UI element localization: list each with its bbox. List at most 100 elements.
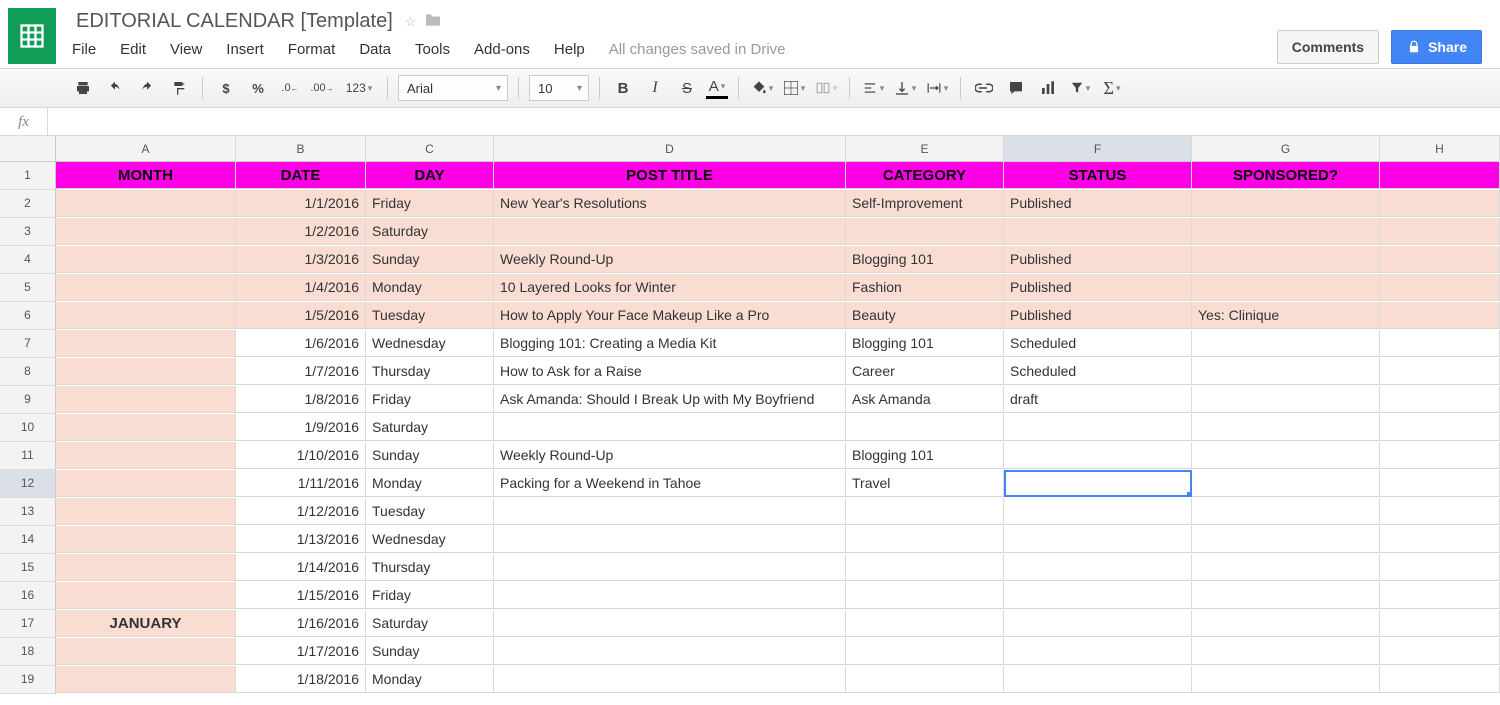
cell-month[interactable] (56, 274, 236, 301)
menu-format[interactable]: Format (288, 41, 336, 58)
header-cell[interactable]: DAY (366, 162, 494, 189)
cell-h[interactable] (1380, 638, 1500, 665)
undo-icon[interactable] (102, 75, 128, 101)
row-header-11[interactable]: 11 (0, 442, 56, 470)
cell-category[interactable]: Blogging 101 (846, 330, 1004, 357)
cell-day[interactable]: Monday (366, 666, 494, 693)
cell-title[interactable]: Blogging 101: Creating a Media Kit (494, 330, 846, 357)
cell-category[interactable] (846, 498, 1004, 525)
header-cell[interactable]: SPONSORED? (1192, 162, 1380, 189)
row-header-13[interactable]: 13 (0, 498, 56, 526)
cell-h[interactable] (1380, 190, 1500, 217)
strikethrough-button[interactable]: S (674, 75, 700, 101)
column-header-F[interactable]: F (1004, 136, 1192, 162)
cell-status[interactable]: Published (1004, 274, 1192, 301)
row-header-12[interactable]: 12 (0, 470, 56, 498)
cell-date[interactable]: 1/2/2016 (236, 218, 366, 245)
cell-month[interactable] (56, 414, 236, 441)
cell-day[interactable]: Monday (366, 274, 494, 301)
menu-addons[interactable]: Add-ons (474, 41, 530, 58)
fill-color-button[interactable] (749, 75, 775, 101)
cell-sponsored[interactable] (1192, 218, 1380, 245)
column-header-A[interactable]: A (56, 136, 236, 162)
cell-status[interactable]: draft (1004, 386, 1192, 413)
share-button[interactable]: Share (1391, 30, 1482, 64)
cell-day[interactable]: Sunday (366, 638, 494, 665)
row-header-16[interactable]: 16 (0, 582, 56, 610)
column-header-B[interactable]: B (236, 136, 366, 162)
row-header-6[interactable]: 6 (0, 302, 56, 330)
cell-sponsored[interactable] (1192, 442, 1380, 469)
cell-h[interactable] (1380, 442, 1500, 469)
cell-status[interactable] (1004, 470, 1192, 497)
cell-category[interactable] (846, 638, 1004, 665)
document-title[interactable]: EDITORIAL CALENDAR [Template] (72, 8, 397, 35)
cell-day[interactable]: Friday (366, 190, 494, 217)
header-cell[interactable]: STATUS (1004, 162, 1192, 189)
cell-sponsored[interactable] (1192, 498, 1380, 525)
row-header-1[interactable]: 1 (0, 162, 56, 190)
cell-status[interactable] (1004, 554, 1192, 581)
chart-icon[interactable] (1035, 75, 1061, 101)
cell-title[interactable] (494, 526, 846, 553)
cell-date[interactable]: 1/13/2016 (236, 526, 366, 553)
text-color-button[interactable]: A (706, 77, 728, 99)
cell-category[interactable] (846, 554, 1004, 581)
cell-h[interactable] (1380, 330, 1500, 357)
cell-category[interactable]: Self-Improvement (846, 190, 1004, 217)
cell-category[interactable]: Ask Amanda (846, 386, 1004, 413)
cell-date[interactable]: 1/5/2016 (236, 302, 366, 329)
folder-icon[interactable] (424, 13, 442, 30)
cell-date[interactable]: 1/9/2016 (236, 414, 366, 441)
column-header-H[interactable]: H (1380, 136, 1500, 162)
cell-month[interactable] (56, 358, 236, 385)
cell-date[interactable]: 1/17/2016 (236, 638, 366, 665)
cell-status[interactable] (1004, 442, 1192, 469)
cell-date[interactable]: 1/14/2016 (236, 554, 366, 581)
cell-status[interactable]: Scheduled (1004, 330, 1192, 357)
menu-view[interactable]: View (170, 41, 202, 58)
cell-category[interactable] (846, 610, 1004, 637)
cell-h[interactable] (1380, 470, 1500, 497)
cell-h[interactable] (1380, 302, 1500, 329)
cell-month[interactable] (56, 302, 236, 329)
bold-button[interactable]: B (610, 75, 636, 101)
row-header-19[interactable]: 19 (0, 666, 56, 694)
row-header-10[interactable]: 10 (0, 414, 56, 442)
cell-month[interactable] (56, 498, 236, 525)
cell-category[interactable]: Blogging 101 (846, 442, 1004, 469)
column-header-C[interactable]: C (366, 136, 494, 162)
number-format-button[interactable]: 123 (341, 75, 377, 101)
cell-h[interactable] (1380, 414, 1500, 441)
paint-format-icon[interactable] (166, 75, 192, 101)
cell-day[interactable]: Monday (366, 470, 494, 497)
decrease-decimal-button[interactable]: .0← (277, 75, 303, 101)
cell-status[interactable] (1004, 638, 1192, 665)
currency-button[interactable]: $ (213, 75, 239, 101)
cell-category[interactable] (846, 218, 1004, 245)
cell-title[interactable]: Weekly Round-Up (494, 246, 846, 273)
font-size-select[interactable]: 10 (529, 75, 589, 101)
cell-category[interactable]: Fashion (846, 274, 1004, 301)
header-cell[interactable]: POST TITLE (494, 162, 846, 189)
cell-sponsored[interactable] (1192, 274, 1380, 301)
cell-status[interactable]: Published (1004, 246, 1192, 273)
cell-date[interactable]: 1/3/2016 (236, 246, 366, 273)
header-cell[interactable]: DATE (236, 162, 366, 189)
cell-month[interactable] (56, 218, 236, 245)
borders-button[interactable] (781, 75, 807, 101)
cell-title[interactable] (494, 610, 846, 637)
cell-month[interactable] (56, 330, 236, 357)
filter-icon[interactable] (1067, 75, 1093, 101)
cell-category[interactable] (846, 582, 1004, 609)
cell-sponsored[interactable]: Yes: Clinique (1192, 302, 1380, 329)
cell-month[interactable] (56, 554, 236, 581)
cell-date[interactable]: 1/8/2016 (236, 386, 366, 413)
cell-date[interactable]: 1/10/2016 (236, 442, 366, 469)
cell-status[interactable] (1004, 582, 1192, 609)
comments-button[interactable]: Comments (1277, 30, 1379, 64)
column-header-E[interactable]: E (846, 136, 1004, 162)
cell-day[interactable]: Wednesday (366, 526, 494, 553)
cell-status[interactable]: Scheduled (1004, 358, 1192, 385)
cell-sponsored[interactable] (1192, 470, 1380, 497)
